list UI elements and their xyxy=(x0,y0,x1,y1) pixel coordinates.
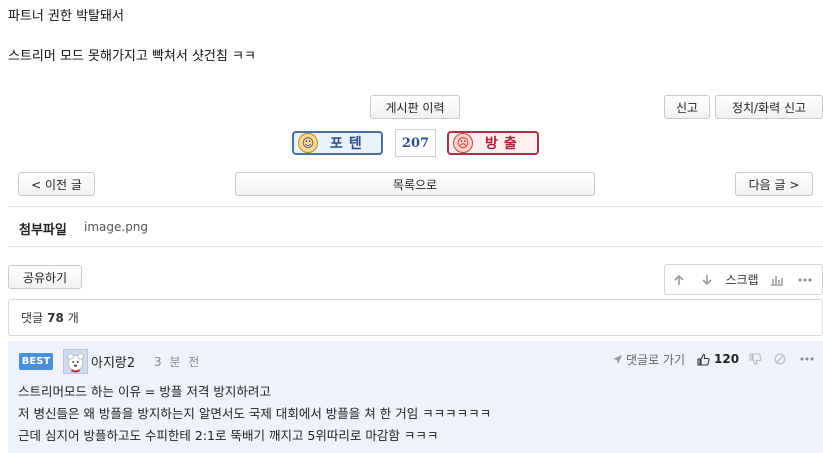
list-button[interactable]: 목록으로 xyxy=(235,172,595,196)
post-line: 파트너 권한 박탈돼서 xyxy=(8,9,124,24)
comment-count-prefix: 댓글 xyxy=(21,311,44,325)
thumbs-up-icon[interactable] xyxy=(697,353,710,366)
more-dots-icon[interactable] xyxy=(791,278,819,282)
downvote-button[interactable]: ☹ 방출 xyxy=(447,131,539,155)
vote-count: 207 xyxy=(395,129,436,157)
downvote-label: 방출 xyxy=(485,136,523,152)
thumbs-down-icon[interactable] xyxy=(749,352,762,366)
comment-text-line: 저 병신들은 왜 방플을 방지하는지 알면서도 국제 대회에서 방플을 쳐 한 … xyxy=(18,406,492,421)
scrap-button[interactable]: 스크랩 xyxy=(721,271,763,288)
prev-post-button[interactable]: < 이전 글 xyxy=(18,172,95,196)
next-post-button[interactable]: 다음 글 > xyxy=(735,172,813,196)
comment-text-line: 스트리머모드 하는 이유 = 방플 저격 방지하려고 xyxy=(18,384,271,399)
comment-count-suffix: 개 xyxy=(67,311,79,325)
comment-nickname[interactable]: 아지랑2 xyxy=(91,352,135,371)
like-count: 120 xyxy=(714,352,740,366)
arrow-up-icon[interactable] xyxy=(665,274,693,286)
best-badge: BEST xyxy=(19,353,53,370)
comment-text-line: 근데 심지어 방플하고도 수피한테 2:1로 뚝배기 깨지고 5위따리로 마감함… xyxy=(18,428,439,443)
board-history-button[interactable]: 게시판 이력 xyxy=(370,95,460,119)
report-button[interactable]: 신고 xyxy=(664,95,710,119)
send-arrow-icon xyxy=(612,354,623,365)
comment-actions: 댓글로 가기 120 xyxy=(612,349,814,369)
divider xyxy=(8,206,823,207)
comment-time: 3 분 전 xyxy=(154,355,202,369)
reply-link[interactable]: 댓글로 가기 xyxy=(626,351,685,368)
upvote-label: 포텐 xyxy=(330,136,368,152)
political-report-button[interactable]: 정치/화력 신고 xyxy=(715,95,823,119)
comment-count: 78 xyxy=(47,310,64,325)
smile-face-icon: ☺ xyxy=(298,133,318,153)
avatar[interactable] xyxy=(63,349,88,374)
share-button[interactable]: 공유하기 xyxy=(8,265,82,289)
bar-chart-icon[interactable] xyxy=(763,274,791,286)
attachment-label: 첨부파일 xyxy=(19,223,67,238)
best-comment: BEST 아지랑2 3 분 전 댓글로 가기 120 스트리머모드 하는 이유 … xyxy=(8,341,823,453)
divider xyxy=(8,246,823,247)
block-icon[interactable] xyxy=(774,353,786,365)
more-dots-icon[interactable] xyxy=(800,357,814,361)
comment-count-bar: 댓글 78 개 xyxy=(8,299,823,336)
attachment-file-link[interactable]: image.png xyxy=(84,220,148,234)
post-line: 스트리머 모드 못해가지고 빡쳐서 샷건침 ㅋㅋ xyxy=(8,49,256,64)
arrow-down-icon[interactable] xyxy=(693,274,721,286)
post-tools: 스크랩 xyxy=(664,264,823,295)
upvote-button[interactable]: ☺ 포텐 xyxy=(292,131,383,155)
angry-face-icon: ☹ xyxy=(453,133,473,153)
